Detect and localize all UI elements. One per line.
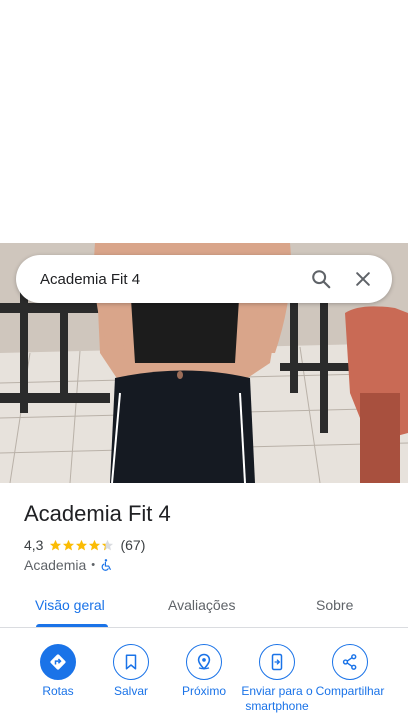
- share-icon: [342, 654, 357, 670]
- save-button-circle[interactable]: [113, 644, 149, 680]
- star-icon: [102, 539, 114, 550]
- search-bar[interactable]: Academia Fit 4: [16, 255, 392, 303]
- nearby-button-circle[interactable]: [186, 644, 222, 680]
- star-icon: [89, 539, 101, 550]
- star-rating: [49, 539, 114, 552]
- send-to-phone-icon: [271, 653, 283, 671]
- rating-value: 4,3: [24, 537, 44, 553]
- save-label: Salvar: [113, 684, 148, 698]
- directions-icon: [50, 654, 66, 670]
- star-icon: [50, 539, 62, 550]
- nearby-icon: [197, 653, 211, 670]
- star-icon: [63, 539, 75, 550]
- save-button[interactable]: Salvar: [95, 644, 167, 699]
- separator-dot: •: [91, 559, 96, 571]
- directions-button[interactable]: Rotas: [22, 644, 94, 699]
- tab-about[interactable]: Sobre: [316, 588, 353, 628]
- place-details-sheet: Academia Fit 4 4,3 (67) Academia • Visão…: [0, 483, 408, 726]
- directions-button-circle[interactable]: [40, 644, 76, 680]
- action-buttons: Rotas Salvar Próximo Enviar para o smart…: [0, 644, 408, 726]
- category-row: Academia •: [24, 556, 113, 574]
- send-to-phone-button[interactable]: Enviar para o smartphone: [241, 644, 313, 714]
- reviews-count: (67): [120, 537, 146, 553]
- tab-bar: Visão geral Avaliações Sobre: [0, 588, 408, 628]
- nearby-button[interactable]: Próximo: [168, 644, 240, 699]
- search-button[interactable]: [300, 255, 342, 303]
- directions-label: Rotas: [42, 684, 74, 698]
- search-icon: [312, 270, 331, 289]
- nearby-label: Próximo: [181, 684, 226, 698]
- star-icon: [76, 539, 88, 550]
- place-category: Academia: [24, 557, 87, 573]
- active-tab-indicator: [36, 624, 108, 627]
- close-icon: [356, 272, 370, 286]
- rating-row[interactable]: 4,3 (67): [24, 536, 145, 554]
- tab-reviews[interactable]: Avaliações: [168, 588, 235, 628]
- search-input[interactable]: Academia Fit 4: [16, 271, 300, 288]
- place-title: Academia Fit 4: [24, 501, 171, 526]
- share-button-circle[interactable]: [332, 644, 368, 680]
- clear-search-button[interactable]: [342, 255, 384, 303]
- tab-overview[interactable]: Visão geral: [35, 588, 105, 628]
- wheelchair-accessible-icon: [101, 559, 112, 571]
- bookmark-icon: [125, 654, 137, 670]
- send-to-phone-button-circle[interactable]: [259, 644, 295, 680]
- send-to-phone-label: Enviar para o smartphone: [241, 684, 313, 713]
- share-button[interactable]: Compartilhar: [314, 644, 386, 699]
- share-label: Compartilhar: [315, 684, 385, 698]
